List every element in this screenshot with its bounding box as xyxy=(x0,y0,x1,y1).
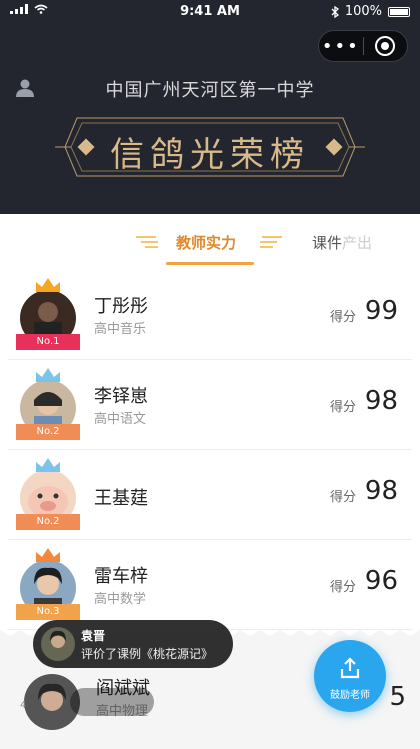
rank-badge: 4 xyxy=(20,700,27,711)
score-label: 得分 xyxy=(329,580,356,595)
teacher-subject: 高中数学 xyxy=(94,592,147,607)
tab-teacher-strength[interactable]: 教师实力 xyxy=(176,232,236,253)
teacher-row[interactable]: No.2 李铎崽 高中语文 得分 98 xyxy=(8,360,412,450)
crown-icon xyxy=(36,458,60,472)
score-value: 5 xyxy=(389,682,406,712)
more-button[interactable]: ••• xyxy=(319,36,363,57)
rank-badge: No.2 xyxy=(16,514,80,530)
avatar-wrap: No.2 xyxy=(16,458,80,534)
tab-underline xyxy=(166,262,254,265)
upload-icon xyxy=(340,657,360,679)
toast-avatar xyxy=(41,627,75,661)
tab-courseware-output[interactable]: 课件产出 xyxy=(312,232,372,253)
battery-icon xyxy=(388,6,410,17)
avatar-wrap: No.2 xyxy=(16,368,80,444)
activity-toast[interactable]: 袁晋 评价了课例《桃花源记》 xyxy=(33,620,233,668)
header: 9:41 AM 100% ••• 中国广州天河区第一中学 信鸽光荣榜 xyxy=(0,0,420,214)
teacher-row[interactable]: No.2 王基莛 得分 98 xyxy=(8,450,412,540)
score-value: 98 xyxy=(364,476,398,506)
crown-icon xyxy=(36,368,60,382)
rank-badge: No.3 xyxy=(16,604,80,620)
encourage-teacher-button[interactable]: 鼓励老师 xyxy=(314,640,386,712)
tab-bar: 教师实力 课件产出 xyxy=(0,214,420,270)
close-button[interactable] xyxy=(363,36,407,56)
avatar-wrap: No.3 xyxy=(16,548,80,624)
score-value: 99 xyxy=(364,296,398,326)
school-name: 中国广州天河区第一中学 xyxy=(105,80,315,101)
tab-right-deco-icon xyxy=(260,236,282,248)
toast-message: 评价了课例《桃花源记》 xyxy=(81,647,214,661)
capsule-menu: ••• xyxy=(318,30,408,62)
crown-icon xyxy=(36,548,60,562)
teacher-row[interactable]: No.3 雷车梓 高中数学 得分 96 xyxy=(8,540,412,630)
crown-icon xyxy=(36,278,60,292)
floating-pill xyxy=(70,688,154,716)
score-label: 得分 xyxy=(329,490,356,505)
avatar-wrap: No.1 xyxy=(16,278,80,354)
teacher-subject: 高中音乐 xyxy=(94,322,147,337)
teacher-name: 丁彤彤 xyxy=(94,296,148,317)
status-right: 100% xyxy=(331,4,410,19)
teacher-row[interactable]: No.1 丁彤彤 高中音乐 得分 99 xyxy=(8,270,412,360)
tab-other-label: 课件 xyxy=(312,234,343,252)
rank-badge: No.2 xyxy=(16,424,80,440)
score-value: 96 xyxy=(364,566,398,596)
banner-title: 信鸽光荣榜 xyxy=(110,135,310,175)
score-value: 98 xyxy=(364,386,398,416)
score-label: 得分 xyxy=(329,400,356,415)
battery-percent: 100% xyxy=(344,4,382,19)
bluetooth-icon xyxy=(331,5,339,18)
fab-label: 鼓励老师 xyxy=(330,690,370,701)
teacher-name: 王基莛 xyxy=(94,488,148,509)
teacher-name: 李铎崽 xyxy=(94,386,148,407)
teacher-name: 雷车梓 xyxy=(94,566,148,587)
tab-left-deco-icon xyxy=(136,236,158,248)
tab-other-faded: 产出 xyxy=(342,234,373,252)
status-bar: 9:41 AM 100% xyxy=(0,0,420,24)
score-label: 得分 xyxy=(329,310,356,325)
rank-badge: No.1 xyxy=(16,334,80,350)
close-icon xyxy=(375,36,396,56)
toast-name: 袁晋 xyxy=(81,629,106,643)
teacher-subject: 高中语文 xyxy=(94,412,147,427)
